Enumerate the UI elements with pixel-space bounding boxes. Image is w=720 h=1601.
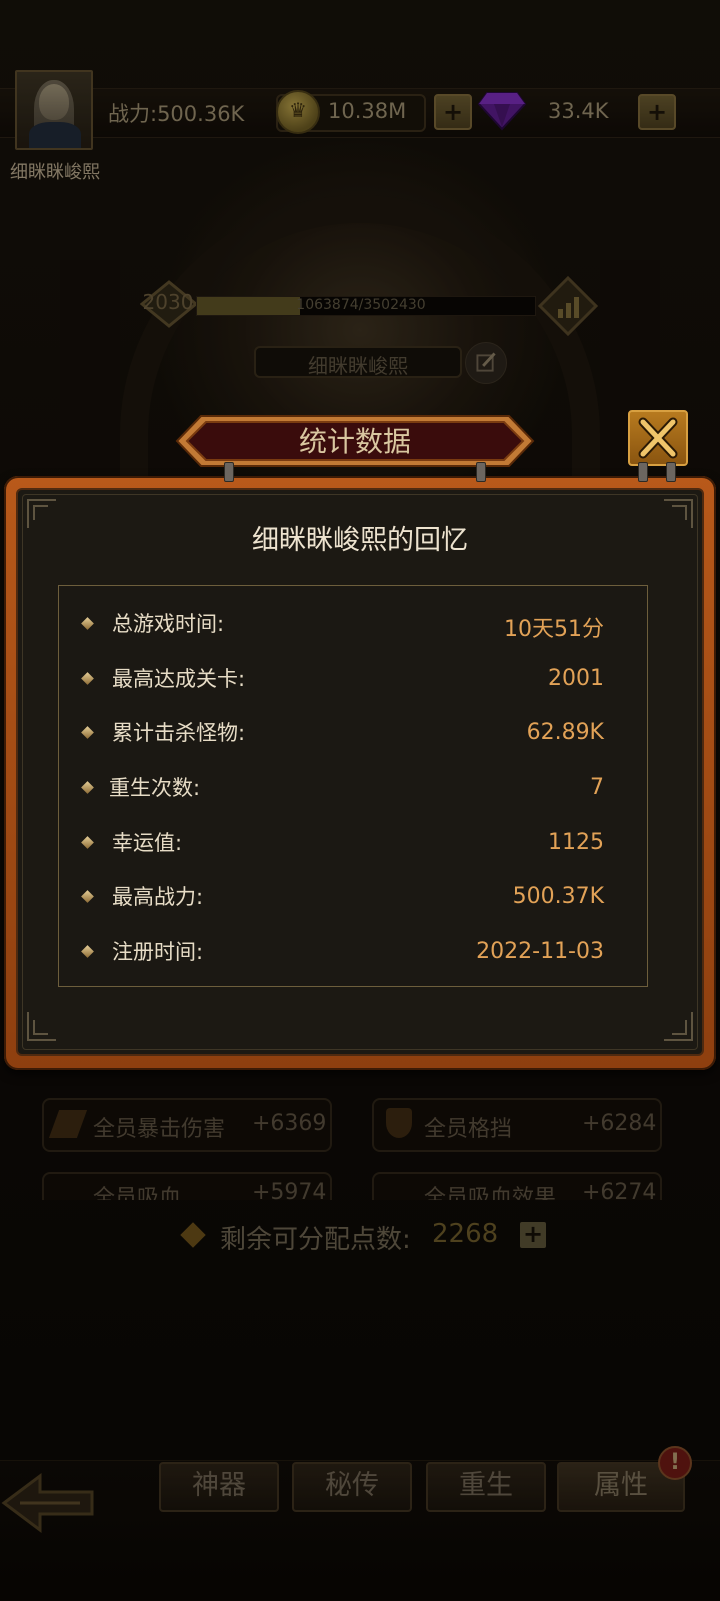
plate-peg xyxy=(476,462,486,482)
stat-row-value: 62.89K xyxy=(526,720,604,745)
stat-row-label: 注册时间: xyxy=(112,940,204,964)
modal-title: 统计数据 xyxy=(298,425,411,458)
plate-peg xyxy=(224,462,234,482)
corner-ornament-icon xyxy=(664,1012,693,1041)
stat-row-label: 最高达成关卡: xyxy=(112,667,246,691)
close-icon xyxy=(638,417,678,459)
memory-subtitle: 细眯眯峻熙的回忆 xyxy=(252,525,468,556)
stat-row-label: 幸运值: xyxy=(112,831,183,855)
stat-row-value: 1125 xyxy=(548,830,604,855)
plate-peg xyxy=(666,462,676,482)
stat-row-label: 累计击杀怪物: xyxy=(112,721,246,745)
stat-row-label: 重生次数: xyxy=(109,776,201,800)
corner-ornament-icon xyxy=(27,1012,56,1041)
close-button[interactable] xyxy=(628,410,688,466)
stat-row-value: 7 xyxy=(590,775,604,800)
stat-row-value: 2001 xyxy=(548,666,604,691)
stat-row-label: 总游戏时间: xyxy=(112,612,225,636)
stat-row-value: 500.37K xyxy=(512,884,604,909)
stat-row-value: 2022-11-03 xyxy=(476,939,604,964)
plate-peg xyxy=(638,462,648,482)
stat-row-value: 10天51分 xyxy=(504,617,604,642)
stat-row-label: 最高战力: xyxy=(112,885,204,909)
